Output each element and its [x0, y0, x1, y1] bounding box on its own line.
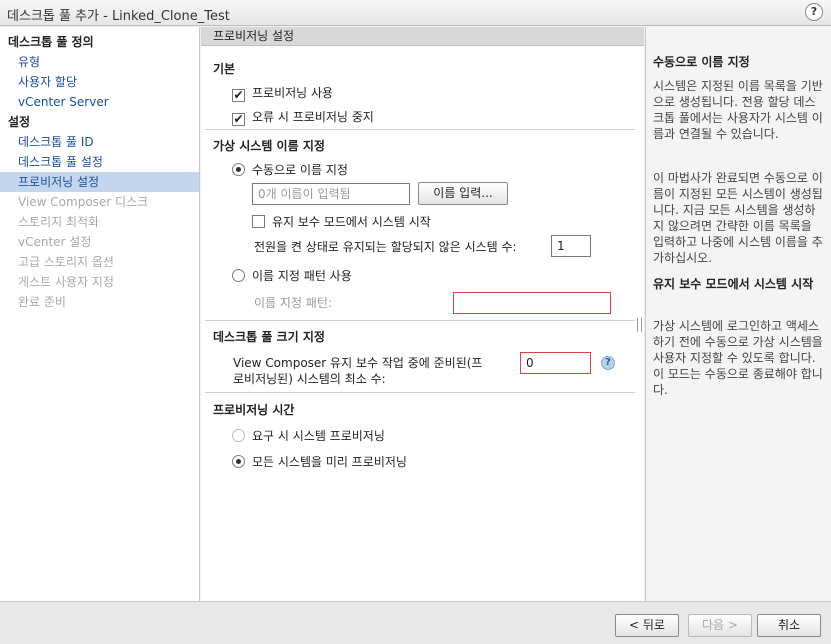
entered-names-field[interactable]: 0개 이름이 입력됨 — [252, 183, 410, 205]
sidebar-item: 게스트 사용자 지정 — [18, 275, 114, 289]
sidebar-item: 스토리지 최적화 — [18, 215, 100, 229]
help-heading-manual: 수동으로 이름 지정 — [653, 55, 750, 69]
help-icon[interactable]: ? — [805, 3, 823, 21]
stop-on-error-checkbox[interactable]: ✔ — [232, 113, 245, 126]
up-front-label: 모든 시스템을 미리 프로비저닝 — [252, 455, 407, 469]
sidebar-item: 고급 스토리지 옵션 — [18, 255, 114, 269]
divider — [205, 129, 635, 130]
back-button[interactable]: < 뒤로 — [615, 614, 679, 637]
min-ready-field[interactable]: 0 — [520, 352, 591, 374]
divider — [205, 320, 635, 321]
section-basic-title: 기본 — [213, 62, 236, 76]
manual-naming-label: 수동으로 이름 지정 — [252, 163, 348, 177]
stop-on-error-label: 오류 시 프로비저닝 중지 — [252, 110, 374, 124]
cancel-button[interactable]: 취소 — [757, 614, 821, 637]
provisioning-settings-panel: 프로비저닝 설정 기본 ✔ 프로비저닝 사용 ✔ 오류 시 프로비저닝 중지 가상 … — [201, 27, 644, 601]
sidebar-item[interactable]: 데스크톱 풀 설정 — [0, 152, 199, 172]
panel-resize-handle[interactable] — [637, 318, 642, 332]
unassigned-powered-on-field[interactable]: 1 — [551, 235, 591, 257]
naming-pattern-row[interactable]: 이름 지정 패턴 사용 — [232, 267, 352, 284]
wizard-steps-sidebar: 데스크톱 풀 정의유형 사용자 할당 vCenter Server 설정데스크톱 풀 … — [0, 27, 200, 601]
help-text-manual: 시스템은 지정된 이름 목록을 기반으로 생성됩니다. 전용 할당 데스크톱 풀… — [653, 79, 823, 141]
help-panel: 수동으로 이름 지정 시스템은 지정된 이름 목록을 기반으로 생성됩니다. 전… — [645, 27, 831, 601]
on-demand-radio[interactable] — [232, 429, 245, 442]
wizard-footer: < 뒤로 다음 > 취소 — [0, 601, 831, 644]
on-demand-row[interactable]: 요구 시 시스템 프로비저닝 — [232, 427, 385, 444]
min-ready-label-line2: 로비저닝된) 시스템의 최소 수: — [233, 372, 386, 386]
next-button[interactable]: 다음 > — [688, 614, 752, 637]
manual-naming-row[interactable]: 수동으로 이름 지정 — [232, 161, 348, 178]
section-timing-title: 프로비저닝 시간 — [213, 403, 295, 417]
on-demand-label: 요구 시 시스템 프로비저닝 — [252, 429, 385, 443]
window-titlebar: 데스크톱 풀 추가 - Linked_Clone_Test ? — [0, 0, 831, 26]
manual-naming-radio[interactable] — [232, 163, 245, 176]
sidebar-item[interactable]: 데스크톱 풀 ID — [0, 132, 199, 152]
sidebar-section-heading: 설정 — [8, 115, 31, 129]
section-naming-title: 가상 시스템 이름 지정 — [213, 139, 325, 153]
sidebar-item[interactable]: vCenter Server — [0, 92, 199, 112]
enable-provisioning-row[interactable]: ✔ 프로비저닝 사용 — [232, 84, 333, 102]
maintenance-mode-checkbox[interactable] — [252, 215, 265, 228]
window-title: 데스크톱 풀 추가 - Linked_Clone_Test — [7, 9, 230, 24]
help-question-icon[interactable]: ? — [601, 356, 615, 370]
stop-on-error-row[interactable]: ✔ 오류 시 프로비저닝 중지 — [232, 108, 374, 126]
naming-pattern-label: 이름 지정 패턴 사용 — [252, 269, 352, 283]
min-ready-label-line1: View Composer 유지 보수 작업 중에 준비된(프 — [233, 356, 483, 370]
help-text-wizard: 이 마법사가 완료되면 수동으로 이름이 지정된 모든 시스템이 생성됩니다. … — [653, 171, 823, 265]
maintenance-mode-row[interactable]: 유지 보수 모드에서 시스템 시작 — [252, 213, 431, 230]
sidebar-item[interactable]: 사용자 할당 — [0, 72, 199, 92]
enable-provisioning-label: 프로비저닝 사용 — [252, 86, 334, 100]
sidebar-item: vCenter 설정 — [18, 235, 92, 249]
page-title: 프로비저닝 설정 — [201, 27, 644, 46]
up-front-row[interactable]: 모든 시스템을 미리 프로비저닝 — [232, 453, 407, 470]
naming-pattern-radio[interactable] — [232, 269, 245, 282]
divider — [205, 392, 635, 393]
naming-pattern-field-label: 이름 지정 패턴: — [254, 296, 332, 310]
maintenance-mode-label: 유지 보수 모드에서 시스템 시작 — [272, 215, 431, 229]
sidebar-section-heading: 데스크톱 풀 정의 — [8, 35, 94, 49]
enter-names-button[interactable]: 이름 입력... — [418, 182, 508, 205]
up-front-radio[interactable] — [232, 455, 245, 468]
section-sizing-title: 데스크톱 풀 크기 지정 — [213, 330, 325, 344]
help-heading-maintenance: 유지 보수 모드에서 시스템 시작 — [653, 277, 814, 291]
sidebar-item: View Composer 디스크 — [18, 195, 149, 209]
sidebar-item[interactable]: 유형 — [0, 52, 199, 72]
naming-pattern-field[interactable] — [453, 292, 611, 314]
help-text-maintenance: 가상 시스템에 로그인하고 액세스하기 전에 수동으로 가상 시스템을 사용자 … — [653, 319, 823, 397]
unassigned-powered-on-label: 전원을 켠 상태로 유지되는 할당되지 않은 시스템 수: — [254, 240, 517, 254]
sidebar-item: 완료 준비 — [18, 295, 66, 309]
sidebar-item[interactable]: 프로비저닝 설정 — [0, 172, 199, 192]
enable-provisioning-checkbox[interactable]: ✔ — [232, 89, 245, 102]
